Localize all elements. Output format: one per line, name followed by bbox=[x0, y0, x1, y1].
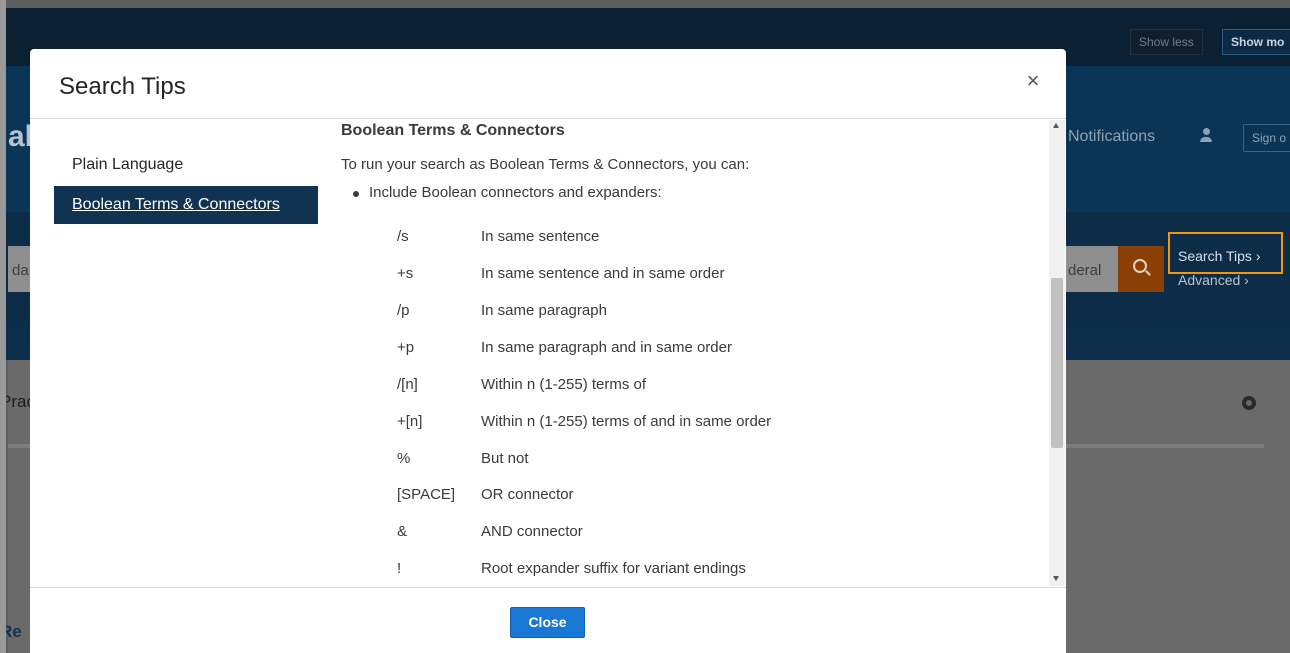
connector-symbol: /[n] bbox=[397, 376, 418, 393]
sign-on-button: Sign o bbox=[1243, 124, 1290, 152]
connector-description: But not bbox=[481, 450, 529, 467]
connector-symbol: +p bbox=[397, 339, 415, 356]
advanced-search-link: Advanced › bbox=[1178, 272, 1249, 288]
search-input-value: da bbox=[12, 262, 29, 279]
connector-description: In same sentence bbox=[481, 228, 600, 245]
connector-symbol: /p bbox=[397, 302, 410, 319]
tips-content-pane[interactable]: Boolean Terms & Connectors To run your s… bbox=[341, 120, 1049, 586]
connector-description: In same sentence and in same order bbox=[481, 265, 725, 282]
modal-header: Search Tips × bbox=[30, 49, 1066, 119]
connector-symbol: % bbox=[397, 450, 411, 467]
bullet-text: Include Boolean connectors and expanders… bbox=[369, 184, 662, 201]
search-tips-link: Search Tips › bbox=[1178, 248, 1261, 264]
search-icon bbox=[1133, 259, 1147, 273]
connector-description: AND connector bbox=[481, 523, 583, 540]
content-scrollbar[interactable] bbox=[1049, 120, 1065, 586]
connector-description: Within n (1-255) terms of and in same or… bbox=[481, 413, 772, 430]
jurisdiction-selector: deral bbox=[1068, 262, 1102, 279]
connector-symbol: ! bbox=[397, 560, 402, 577]
sidebar-item-boolean-terms[interactable]: Boolean Terms & Connectors bbox=[54, 186, 318, 224]
close-button[interactable]: Close bbox=[510, 607, 585, 638]
person-icon bbox=[1200, 128, 1212, 144]
connector-description: OR connector bbox=[481, 486, 574, 503]
scroll-thumb[interactable] bbox=[1051, 278, 1063, 448]
connector-symbol: & bbox=[397, 523, 408, 540]
modal-title: Search Tips bbox=[59, 73, 186, 100]
notifications-link: Notifications bbox=[1068, 128, 1156, 145]
connector-symbol: +s bbox=[397, 265, 414, 282]
section-heading: Boolean Terms & Connectors bbox=[341, 122, 565, 139]
connector-description: In same paragraph bbox=[481, 302, 607, 319]
scroll-down-arrow-icon[interactable] bbox=[1053, 576, 1059, 581]
scroll-up-arrow-icon[interactable] bbox=[1053, 123, 1059, 128]
connector-symbol: /s bbox=[397, 228, 409, 245]
section-intro: To run your search as Boolean Terms & Co… bbox=[341, 156, 750, 173]
gear-icon bbox=[1242, 396, 1256, 410]
connector-description: Root expander suffix for variant endings bbox=[481, 560, 746, 577]
connector-description: In same paragraph and in same order bbox=[481, 339, 732, 356]
modal-footer: Close bbox=[30, 587, 1066, 653]
show-less-button: Show less bbox=[1130, 29, 1203, 55]
search-tips-modal: Search Tips × Plain Language Boolean Ter… bbox=[30, 49, 1066, 653]
connector-symbol: +[n] bbox=[397, 413, 423, 430]
connector-symbol: [SPACE] bbox=[397, 486, 456, 503]
left-edge bbox=[0, 0, 6, 653]
show-more-button: Show mo bbox=[1222, 29, 1290, 55]
bullet-icon bbox=[353, 191, 359, 197]
sidebar-item-plain-language[interactable]: Plain Language bbox=[54, 146, 318, 184]
connector-description: Within n (1-255) terms of bbox=[481, 376, 647, 393]
close-icon[interactable]: × bbox=[1023, 69, 1043, 93]
